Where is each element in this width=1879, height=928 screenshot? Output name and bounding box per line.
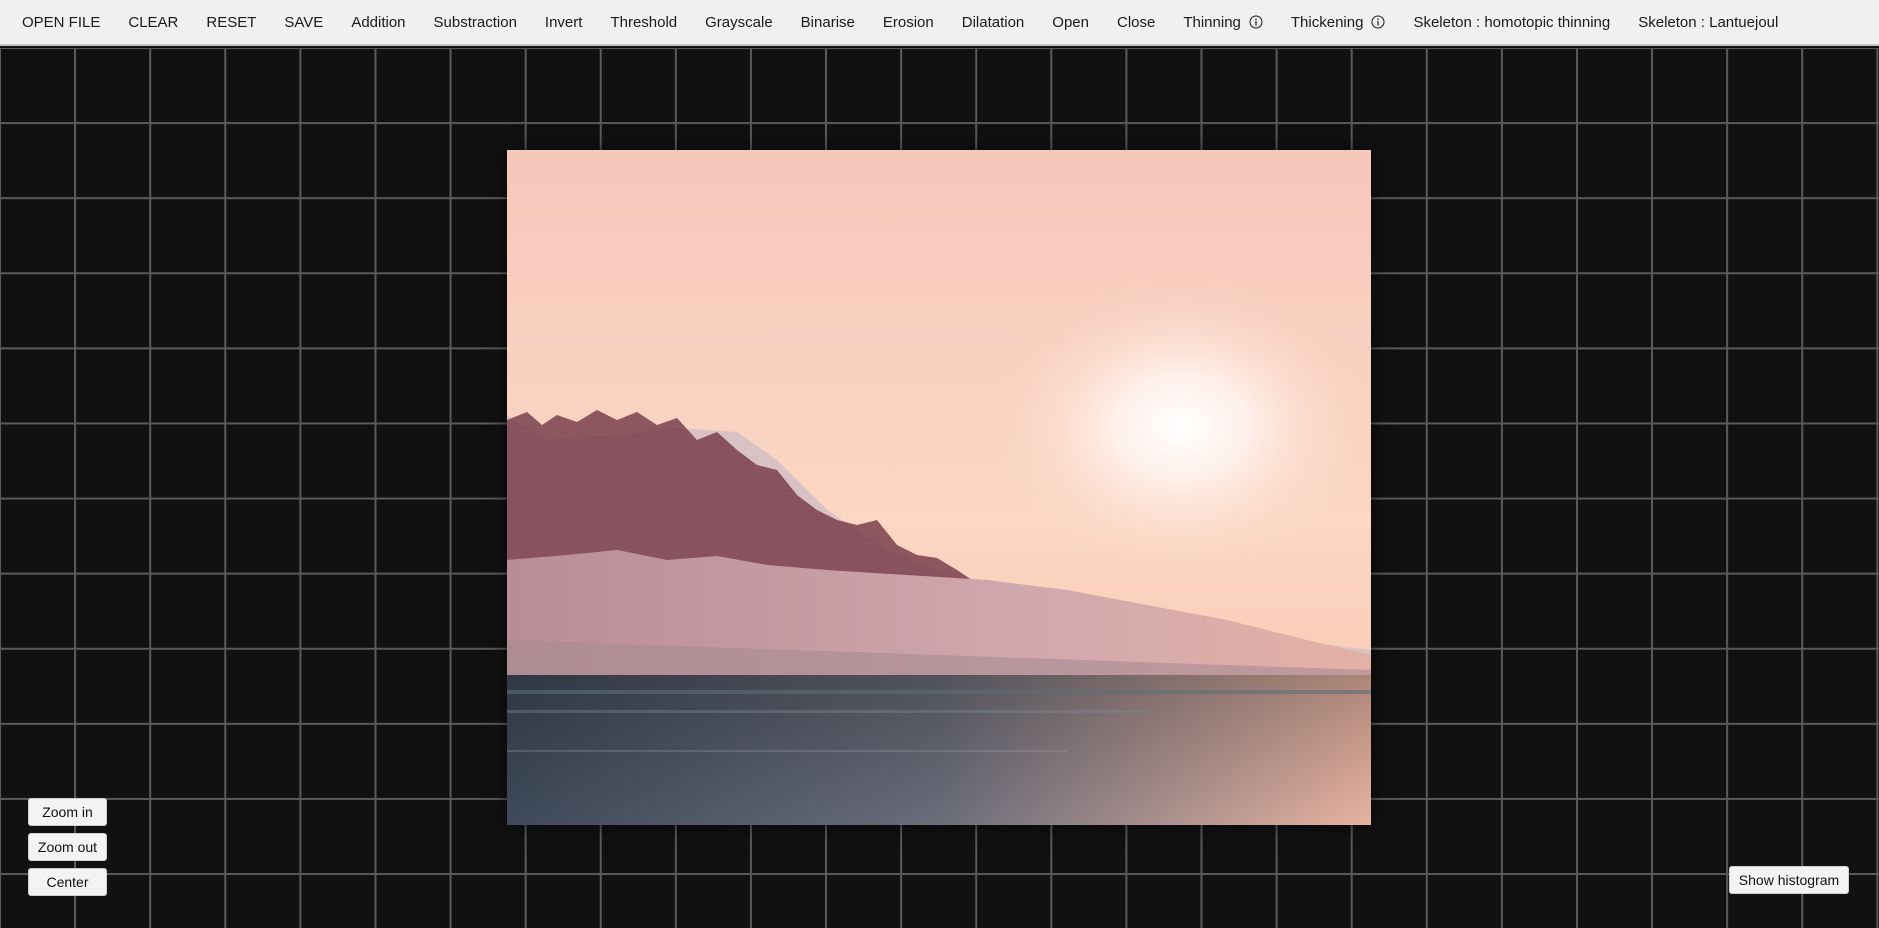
save-button[interactable]: SAVE [270,0,337,44]
substraction-button[interactable]: Substraction [420,0,531,44]
erosion-button[interactable]: Erosion [869,0,948,44]
addition-button[interactable]: Addition [337,0,419,44]
thinning-button[interactable]: Thinning [1169,0,1277,44]
zoom-out-button[interactable]: Zoom out [28,833,107,861]
reset-button[interactable]: RESET [192,0,270,44]
info-icon[interactable] [1371,15,1385,29]
loaded-image[interactable] [507,150,1371,825]
info-icon[interactable] [1249,15,1263,29]
show-histogram-button[interactable]: Show histogram [1729,866,1849,894]
thickening-button[interactable]: Thickening [1277,0,1400,44]
clear-button[interactable]: CLEAR [114,0,192,44]
threshold-button[interactable]: Threshold [596,0,691,44]
skeleton-lantuejoul-button[interactable]: Skeleton : Lantuejoul [1624,0,1792,44]
invert-button[interactable]: Invert [531,0,597,44]
binarise-button[interactable]: Binarise [787,0,869,44]
skeleton-homotopic-thinning-button[interactable]: Skeleton : homotopic thinning [1399,0,1624,44]
toolbar: OPEN FILE CLEAR RESET SAVE Addition Subs… [0,0,1879,46]
center-button[interactable]: Center [28,868,107,896]
grayscale-button[interactable]: Grayscale [691,0,787,44]
open-button[interactable]: Open [1038,0,1103,44]
thinning-label: Thinning [1183,13,1241,31]
open-file-button[interactable]: OPEN FILE [8,0,114,44]
dilatation-button[interactable]: Dilatation [948,0,1039,44]
zoom-in-button[interactable]: Zoom in [28,798,107,826]
landscape-image [507,150,1371,825]
close-button[interactable]: Close [1103,0,1169,44]
thickening-label: Thickening [1290,13,1364,31]
